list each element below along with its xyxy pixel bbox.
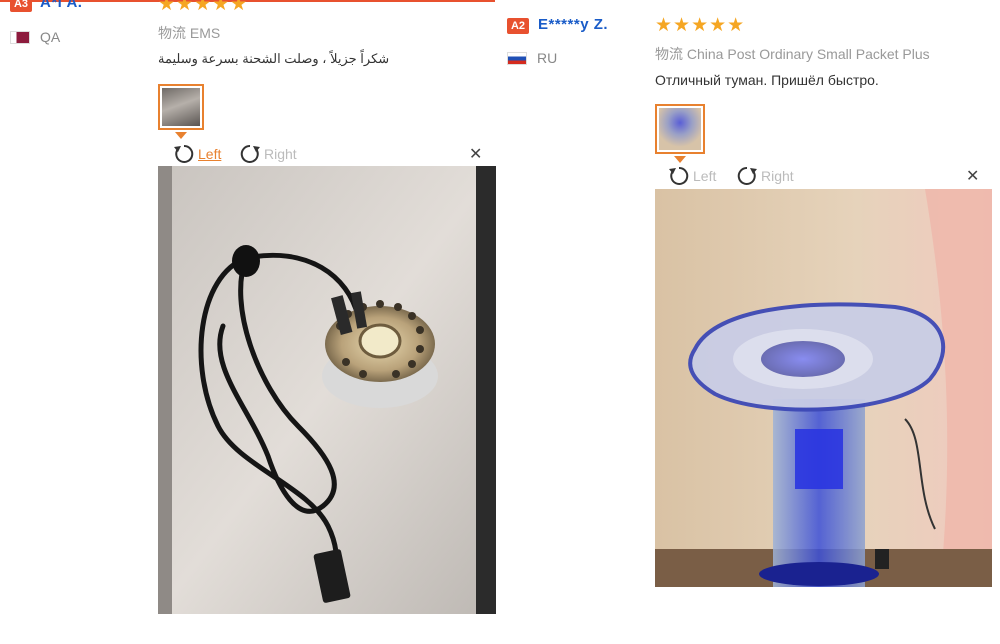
thumbnail-pointer bbox=[674, 156, 686, 163]
rotate-right-button[interactable]: Right bbox=[735, 165, 794, 187]
rotate-right-icon bbox=[737, 166, 757, 185]
buyer-level-badge: A2 bbox=[507, 18, 529, 34]
reviewer-country: RU bbox=[537, 50, 558, 66]
close-icon[interactable]: ✕ bbox=[966, 166, 979, 186]
reviewer-name: A*l A. bbox=[40, 0, 83, 11]
review-card-1: A3 A*l A. QA ★★★★★ 物流 EMS شكراً جزيلاً ،… bbox=[0, 0, 500, 644]
rotate-left-icon bbox=[174, 144, 194, 163]
close-icon[interactable]: ✕ bbox=[469, 144, 482, 164]
review-photo bbox=[158, 166, 496, 614]
rotate-left-label: Left bbox=[693, 168, 717, 184]
rotate-left-icon bbox=[669, 166, 689, 185]
shipping-method: 物流 EMS bbox=[158, 25, 221, 41]
review-photo-thumbnail[interactable] bbox=[158, 84, 204, 130]
rotate-left-label: Left bbox=[198, 146, 222, 162]
flag-qa-icon bbox=[10, 31, 30, 44]
rotate-right-button[interactable]: Right bbox=[238, 143, 297, 165]
shipping-method: 物流 China Post Ordinary Small Packet Plus bbox=[655, 46, 930, 62]
review-photo bbox=[655, 189, 992, 587]
review-photo-thumbnail[interactable] bbox=[655, 104, 705, 154]
review-card-2: A2 E*****y Z. RU ★★★★★ 物流 China Post Ord… bbox=[500, 0, 1000, 644]
rotate-left-button[interactable]: Left bbox=[172, 143, 221, 165]
reviewer-country: QA bbox=[40, 29, 61, 45]
photo-toolbar: Left Right ✕ bbox=[655, 163, 990, 187]
rotate-left-button[interactable]: Left bbox=[667, 165, 716, 187]
mist-maker-photo bbox=[158, 166, 496, 614]
thumbnail-pointer bbox=[175, 132, 187, 139]
rotate-right-icon bbox=[240, 144, 260, 163]
review-text: شكراً جزيلاً ، وصلت الشحنة بسرعة وسليمة bbox=[158, 51, 390, 66]
reviewer-name: E*****y Z. bbox=[538, 16, 609, 33]
rating-stars: ★★★★★ bbox=[158, 0, 249, 15]
review-text: Отличный туман. Пришёл быстро. bbox=[655, 72, 879, 88]
flag-ru-icon bbox=[507, 52, 527, 65]
photo-toolbar: Left Right ✕ bbox=[158, 141, 496, 165]
rating-stars: ★★★★★ bbox=[655, 15, 746, 36]
fountain-lamp-photo bbox=[655, 189, 992, 587]
rotate-right-label: Right bbox=[761, 168, 794, 184]
rotate-right-label: Right bbox=[264, 146, 297, 162]
buyer-level-badge: A3 bbox=[10, 0, 32, 12]
